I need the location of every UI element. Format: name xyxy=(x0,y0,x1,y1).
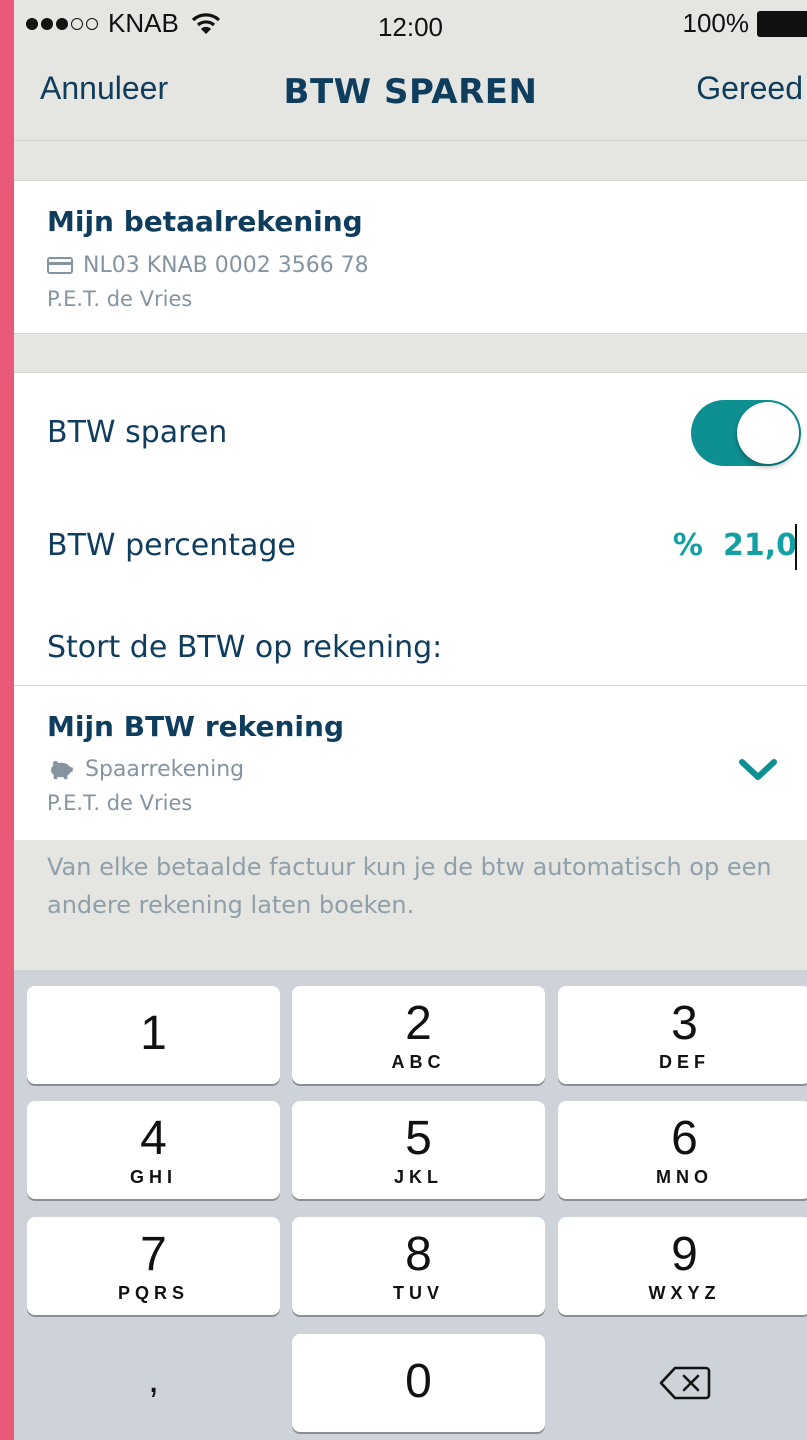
key-delete[interactable] xyxy=(558,1334,807,1432)
btw-sparen-toggle[interactable] xyxy=(691,400,801,466)
key-letters: PQRS xyxy=(117,1283,189,1303)
numeric-keyboard: 1 2 ABC 3 DEF 4 GHI 5 JKL 6 MNO 7 PQRS 8… xyxy=(14,970,807,1440)
text-cursor xyxy=(795,524,797,570)
done-button[interactable]: Gereed xyxy=(696,70,803,107)
source-account-iban: NL03 KNAB 0002 3566 78 xyxy=(83,253,369,278)
status-battery: 100% xyxy=(683,8,807,39)
chevron-down-icon[interactable] xyxy=(739,759,777,781)
key-number: 7 xyxy=(140,1228,167,1281)
battery-percentage: 100% xyxy=(682,8,750,38)
navigation-bar: Annuleer BTW SPAREN Gereed xyxy=(14,50,807,141)
bank-card-icon xyxy=(47,257,73,274)
btw-settings-card: BTW sparen BTW percentage % 21,0 Stort d… xyxy=(14,372,807,840)
target-account-name: Mijn BTW rekening xyxy=(47,710,344,743)
key-letters: ABC xyxy=(391,1052,446,1072)
battery-icon xyxy=(757,10,807,37)
key-number: 4 xyxy=(140,1112,167,1165)
divider xyxy=(14,685,807,686)
toggle-knob xyxy=(737,402,799,464)
key-number: 8 xyxy=(405,1228,432,1281)
source-account-holder: P.E.T. de Vries xyxy=(47,287,193,311)
btw-percentage-label: BTW percentage xyxy=(47,528,296,563)
key-decimal-comma[interactable]: , xyxy=(27,1334,280,1432)
page-title: BTW SPAREN xyxy=(283,72,538,112)
key-letters: GHI xyxy=(129,1167,177,1187)
key-letters: DEF xyxy=(659,1052,710,1072)
backspace-icon xyxy=(659,1366,710,1400)
target-account-holder: P.E.T. de Vries xyxy=(47,791,193,815)
side-accent-bar xyxy=(0,0,14,1440)
key-letters: MNO xyxy=(656,1167,713,1187)
key-5[interactable]: 5 JKL xyxy=(292,1101,545,1199)
key-number: 2 xyxy=(405,997,432,1050)
key-number: 0 xyxy=(405,1355,432,1408)
key-3[interactable]: 3 DEF xyxy=(558,986,807,1084)
key-2[interactable]: 2 ABC xyxy=(292,986,545,1084)
app-screen: KNAB 12:00 100% Annuleer BTW SPAREN Gere… xyxy=(14,0,807,1440)
key-letters: JKL xyxy=(393,1167,443,1187)
source-account-card: Mijn betaalrekening NL03 KNAB 0002 3566 … xyxy=(14,180,807,334)
key-number: 1 xyxy=(140,1007,167,1060)
key-7[interactable]: 7 PQRS xyxy=(27,1217,280,1315)
key-0[interactable]: 0 xyxy=(292,1334,545,1432)
key-6[interactable]: 6 MNO xyxy=(558,1101,807,1199)
target-account-type-row: Spaarrekening xyxy=(47,757,244,782)
percent-symbol: % xyxy=(672,528,703,563)
info-text: Van elke betaalde factuur kun je de btw … xyxy=(47,853,772,919)
btw-percentage-input[interactable]: % 21,0 xyxy=(673,528,797,563)
target-account-type: Spaarrekening xyxy=(85,757,245,782)
key-letters: TUV xyxy=(393,1283,444,1303)
key-8[interactable]: 8 TUV xyxy=(292,1217,545,1315)
key-1[interactable]: 1 xyxy=(27,986,280,1084)
percentage-value: 21,0 xyxy=(722,528,797,563)
deposit-label: Stort de BTW op rekening: xyxy=(47,630,443,665)
key-letters: WXYZ xyxy=(648,1283,721,1303)
key-number: 5 xyxy=(405,1112,432,1165)
source-account-name: Mijn betaalrekening xyxy=(47,205,363,238)
status-bar: KNAB 12:00 100% xyxy=(14,0,807,50)
key-9[interactable]: 9 WXYZ xyxy=(558,1217,807,1315)
key-number: 6 xyxy=(671,1112,698,1165)
piggy-bank-icon xyxy=(51,760,73,779)
key-4[interactable]: 4 GHI xyxy=(27,1101,280,1199)
source-account-iban-row: NL03 KNAB 0002 3566 78 xyxy=(47,253,369,278)
key-number: 9 xyxy=(671,1228,698,1281)
btw-sparen-label: BTW sparen xyxy=(47,415,228,450)
key-number: 3 xyxy=(671,997,698,1050)
